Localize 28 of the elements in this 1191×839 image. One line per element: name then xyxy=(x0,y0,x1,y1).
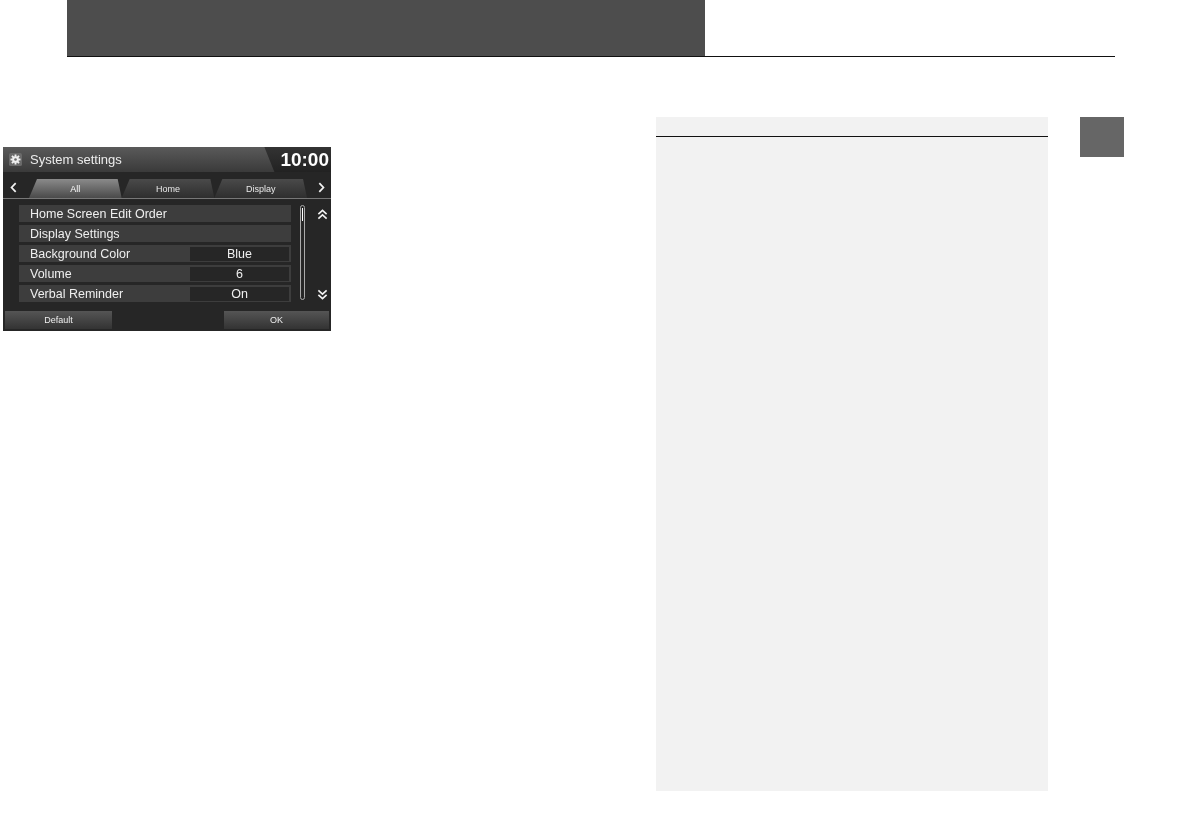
double-chevron-down-icon[interactable] xyxy=(317,289,328,300)
gear-icon xyxy=(9,153,22,166)
list-row[interactable]: Volume 6 xyxy=(19,265,291,282)
tab[interactable]: All xyxy=(29,179,122,198)
tab[interactable]: Home xyxy=(121,179,215,198)
row-label: Display Settings xyxy=(30,226,121,241)
chapter-marker xyxy=(1080,117,1124,157)
screen-button[interactable]: OK xyxy=(224,311,329,329)
row-label: Home Screen Edit Order xyxy=(30,206,168,221)
row-label: Verbal Reminder xyxy=(30,286,125,301)
clock-time: 10:00 xyxy=(264,147,331,172)
screen-button[interactable]: Default xyxy=(5,311,112,329)
list-row[interactable]: Display Settings xyxy=(19,225,291,242)
row-value: Blue xyxy=(190,246,289,261)
scrollbar-thumb[interactable] xyxy=(302,208,303,221)
screen-title: System settings xyxy=(30,152,123,167)
list-row[interactable]: Background Color Blue xyxy=(19,245,291,262)
row-value: On xyxy=(190,286,289,301)
row-label: Volume xyxy=(30,266,73,281)
row-value: 6 xyxy=(190,266,289,281)
row-label: Background Color xyxy=(30,246,132,261)
list-row[interactable]: Home Screen Edit Order xyxy=(19,205,291,222)
list-row[interactable]: Verbal Reminder On xyxy=(19,285,291,302)
tab[interactable]: Display xyxy=(214,179,307,198)
double-chevron-up-icon[interactable] xyxy=(317,209,328,220)
chevron-left-icon[interactable] xyxy=(10,182,17,193)
scrollbar[interactable] xyxy=(300,205,305,300)
chevron-right-icon[interactable] xyxy=(318,182,325,193)
